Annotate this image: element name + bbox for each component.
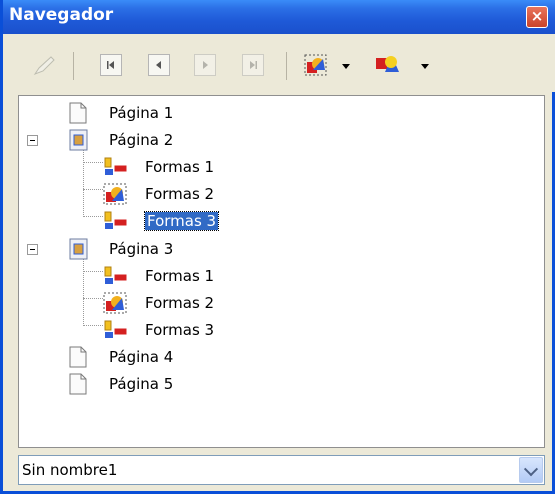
tree-item-label: Formas 1 — [145, 267, 215, 285]
tree-item-pagina-1[interactable]: Página 1 — [19, 102, 539, 126]
tree-item-label: Página 2 — [109, 131, 174, 149]
shape-object-icon — [103, 183, 127, 205]
tree-item-label-selected: Formas 3 — [143, 211, 220, 231]
toolbar — [3, 34, 555, 92]
last-page-icon — [250, 61, 257, 69]
title-bar[interactable]: Navegador × — [3, 0, 555, 34]
tree-item-pagina-4[interactable]: Página 4 — [19, 346, 539, 370]
page-icon — [69, 102, 87, 124]
shape-group-icon — [104, 266, 128, 284]
tree-item-pagina-5[interactable]: Página 5 — [19, 373, 539, 397]
first-page-icon — [107, 61, 114, 69]
collapse-toggle[interactable] — [27, 244, 38, 255]
toolbar-separator — [73, 52, 74, 80]
shapes-icon — [376, 56, 399, 72]
chevron-down-icon[interactable] — [519, 457, 543, 483]
close-button[interactable]: × — [526, 6, 548, 28]
tree-item-formas-1[interactable]: Formas 1 — [19, 156, 539, 180]
pen-icon[interactable] — [33, 54, 55, 76]
tree-item-formas-1[interactable]: Formas 1 — [19, 265, 539, 289]
tree-item-label: Página 4 — [109, 348, 174, 366]
shape-group-icon — [104, 157, 128, 175]
tree-item-formas-2[interactable]: Formas 2 — [19, 183, 539, 207]
tree-item-label: Página 1 — [109, 104, 174, 122]
navigator-tree[interactable]: Página 1 Página 2 Formas 1 Formas 2 Form… — [18, 95, 545, 448]
drag-mode-icon — [304, 54, 327, 76]
drag-mode-dropdown-arrow[interactable] — [342, 64, 350, 69]
collapse-toggle[interactable] — [27, 135, 38, 146]
page-icon — [69, 346, 87, 368]
navigator-window: Navegador × Página 1 Página 2 Formas 1 F… — [0, 0, 555, 494]
tree-item-formas-3[interactable]: Formas 3 — [19, 319, 539, 343]
tree-item-pagina-3[interactable]: Página 3 — [19, 238, 539, 262]
page-shapes-icon — [69, 238, 88, 260]
shapes-button[interactable] — [373, 52, 401, 78]
close-icon: × — [530, 7, 544, 25]
page-shapes-icon — [69, 129, 88, 151]
document-select-value: Sin nombre1 — [22, 461, 118, 479]
shape-object-icon — [103, 292, 127, 314]
tree-item-formas-3[interactable]: Formas 3 — [19, 210, 539, 234]
toolbar-separator — [286, 52, 287, 80]
shape-group-icon — [104, 211, 128, 229]
shape-group-icon — [104, 320, 128, 338]
tree-item-label: Página 3 — [109, 240, 174, 258]
previous-page-button[interactable] — [148, 54, 170, 76]
shapes-dropdown-arrow[interactable] — [421, 64, 429, 69]
tree-item-label: Página 5 — [109, 375, 174, 393]
page-icon — [69, 373, 87, 395]
tree-item-label: Formas 3 — [145, 321, 215, 339]
drag-mode-button[interactable] — [303, 52, 329, 78]
document-select[interactable]: Sin nombre1 — [18, 455, 545, 485]
tree-item-label: Formas 1 — [145, 158, 215, 176]
tree-item-label: Formas 2 — [145, 294, 215, 312]
next-page-button[interactable] — [194, 54, 216, 76]
last-page-button[interactable] — [242, 54, 264, 76]
window-title: Navegador — [9, 5, 114, 25]
previous-page-icon — [156, 61, 161, 69]
tree-item-label: Formas 2 — [145, 185, 215, 203]
tree-item-pagina-2[interactable]: Página 2 — [19, 129, 539, 153]
first-page-button[interactable] — [100, 54, 122, 76]
tree-item-formas-2[interactable]: Formas 2 — [19, 292, 539, 316]
next-page-icon — [203, 61, 208, 69]
